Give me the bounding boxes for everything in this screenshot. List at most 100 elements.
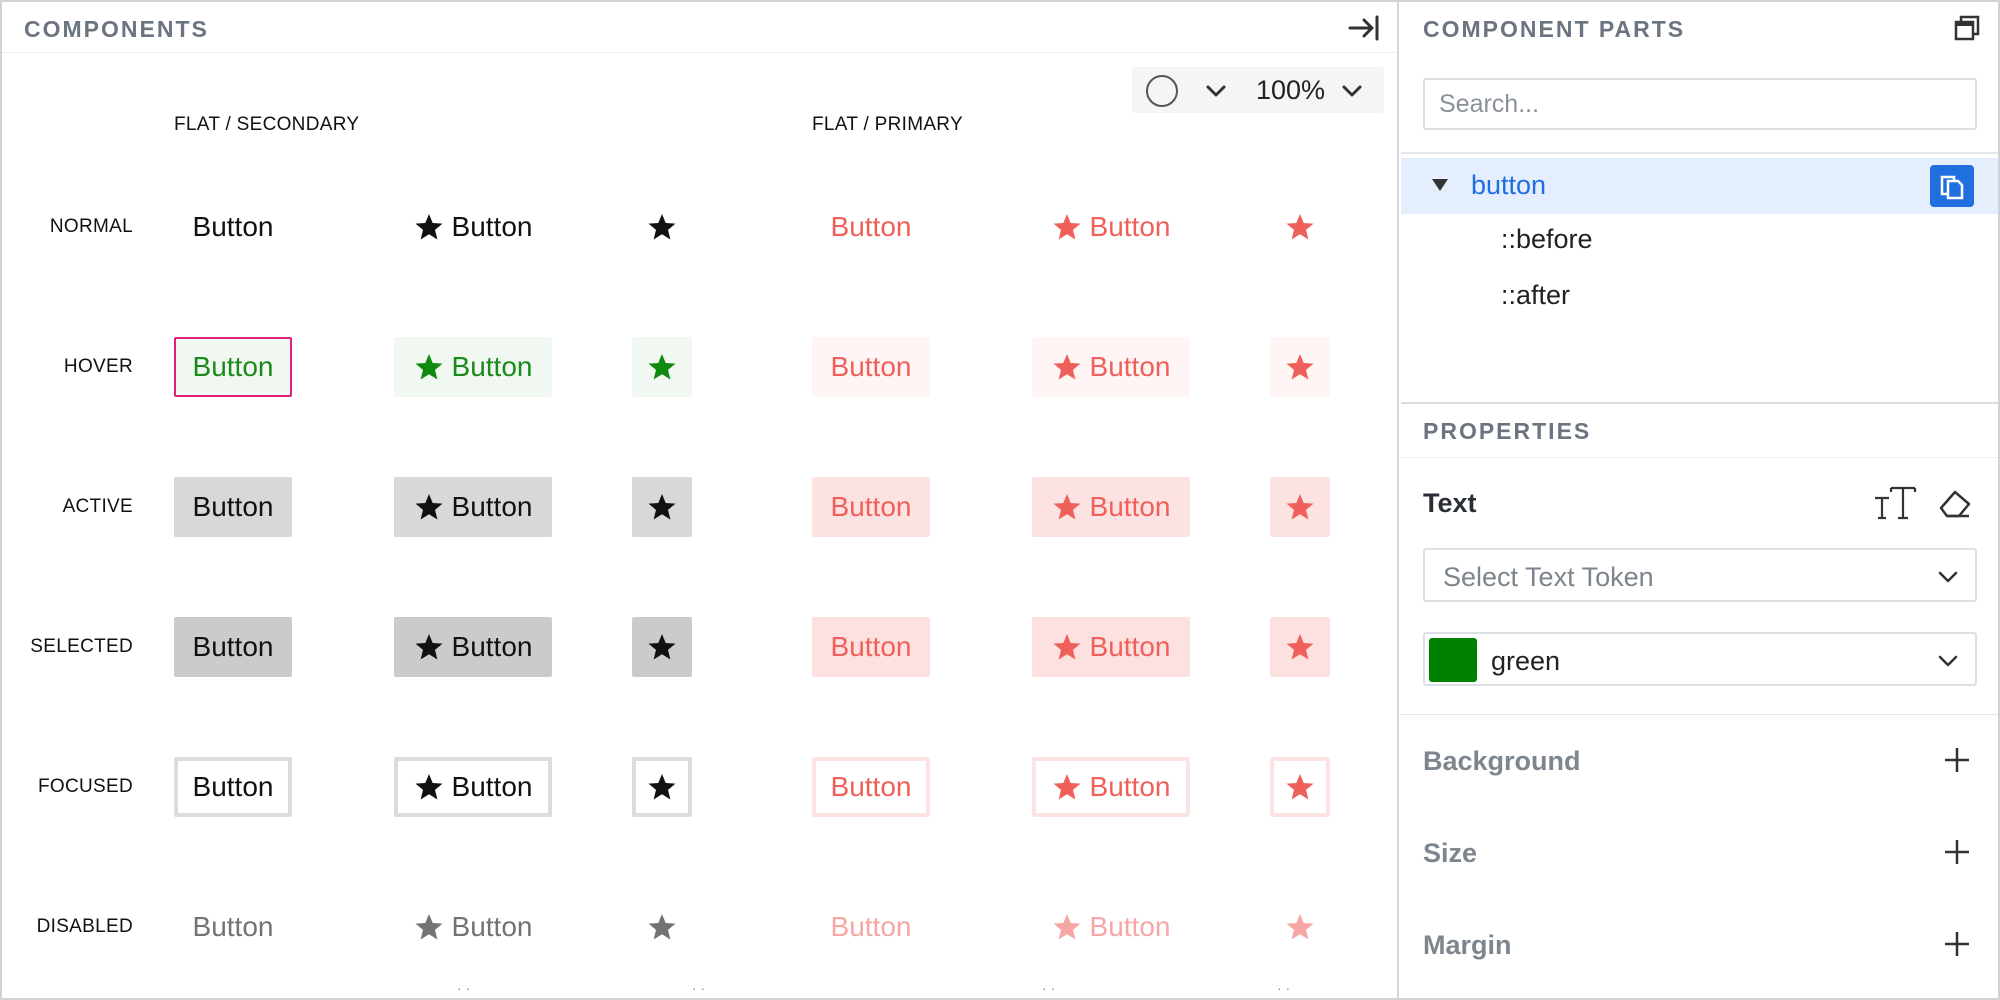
- copy-icon: [1940, 175, 1964, 200]
- row-label-selected: SELECTED: [30, 636, 133, 657]
- secondary-active-icon-button[interactable]: [632, 477, 692, 537]
- primary-disabled-text-button: Button: [812, 897, 930, 957]
- components-panel: COMPONENTS 100% FLAT / SECONDARY FLAT / …: [2, 2, 1399, 998]
- star-icon: [1286, 774, 1314, 800]
- text-color-select[interactable]: green: [1423, 632, 1977, 686]
- secondary-selected-text-button[interactable]: Button: [174, 617, 292, 677]
- secondary-selected-icon-button[interactable]: [632, 617, 692, 677]
- row-label-hover: HOVER: [63, 356, 133, 377]
- collapse-right-icon[interactable]: [1346, 10, 1382, 46]
- primary-focused-icon-button[interactable]: [1270, 757, 1330, 817]
- clipped-row-mark: · ·: [692, 980, 706, 996]
- add-size-icon[interactable]: [1941, 836, 1973, 868]
- components-title: COMPONENTS: [24, 16, 209, 42]
- primary-focused-text-button[interactable]: Button: [812, 757, 930, 817]
- text-size-icon[interactable]: [1873, 484, 1917, 522]
- button-label: Button: [1089, 211, 1171, 242]
- add-background-icon[interactable]: [1941, 744, 1973, 776]
- chevron-down-icon: [1938, 655, 1958, 667]
- text-section-label: Text: [1423, 488, 1477, 518]
- secondary-focused-text-button[interactable]: Button: [174, 757, 292, 817]
- properties-header: PROPERTIES: [1401, 404, 1998, 458]
- secondary-active-text-button[interactable]: Button: [174, 477, 292, 537]
- secondary-disabled-icon-text-button: Button: [394, 897, 552, 957]
- secondary-disabled-text-button: Button: [174, 897, 292, 957]
- star-icon: [1053, 354, 1081, 380]
- button-label: Button: [451, 911, 533, 942]
- primary-active-icon-text-button[interactable]: Button: [1032, 477, 1190, 537]
- secondary-normal-icon-text-button[interactable]: Button: [394, 197, 552, 257]
- primary-selected-text-button[interactable]: Button: [812, 617, 930, 677]
- star-icon: [648, 634, 676, 660]
- button-label: Button: [192, 911, 274, 942]
- secondary-hover-icon-text-button[interactable]: Button: [394, 337, 552, 397]
- secondary-disabled-icon-button: [632, 897, 692, 957]
- button-label: Button: [830, 771, 912, 802]
- primary-selected-icon-button[interactable]: [1270, 617, 1330, 677]
- primary-active-icon-button[interactable]: [1270, 477, 1330, 537]
- copy-button[interactable]: [1930, 165, 1974, 207]
- star-icon: [1286, 914, 1314, 940]
- primary-hover-icon-text-button[interactable]: Button: [1032, 337, 1190, 397]
- primary-disabled-icon-button: [1270, 897, 1330, 957]
- primary-normal-icon-button[interactable]: [1270, 197, 1330, 257]
- primary-active-text-button[interactable]: Button: [812, 477, 930, 537]
- divider: [1401, 714, 1998, 715]
- zoom-chevron-down-icon[interactable]: [1338, 77, 1366, 105]
- popout-window-icon[interactable]: [1953, 14, 1981, 42]
- secondary-normal-icon-button[interactable]: [632, 197, 692, 257]
- primary-hover-icon-button[interactable]: [1270, 337, 1330, 397]
- primary-disabled-icon-text-button: Button: [1032, 897, 1190, 957]
- row-label-normal: NORMAL: [49, 216, 133, 237]
- chevron-down-icon: [1938, 571, 1958, 583]
- star-icon: [1286, 214, 1314, 240]
- tree-item-label: button: [1471, 170, 1547, 200]
- margin-section-label: Margin: [1423, 930, 1512, 960]
- button-label: Button: [1089, 911, 1171, 942]
- button-label: Button: [192, 631, 274, 662]
- primary-normal-icon-text-button[interactable]: Button: [1032, 197, 1190, 257]
- tree-item-after[interactable]: ::after: [1501, 280, 1570, 311]
- row-label-disabled: DISABLED: [36, 916, 133, 937]
- primary-selected-icon-text-button[interactable]: Button: [1032, 617, 1190, 677]
- star-icon: [1053, 634, 1081, 660]
- component-parts-header: COMPONENT PARTS: [1401, 2, 1998, 53]
- secondary-hover-icon-button[interactable]: [632, 337, 692, 397]
- primary-normal-text-button[interactable]: Button: [812, 197, 930, 257]
- secondary-focused-icon-button[interactable]: [632, 757, 692, 817]
- tree-item-before[interactable]: ::before: [1501, 224, 1593, 255]
- star-icon: [648, 494, 676, 520]
- secondary-active-icon-text-button[interactable]: Button: [394, 477, 552, 537]
- background-section-label: Background: [1423, 746, 1581, 776]
- column-header-primary: FLAT / PRIMARY: [812, 114, 963, 135]
- theme-toggle[interactable]: [1146, 75, 1178, 107]
- zoom-level[interactable]: 100%: [1256, 75, 1325, 106]
- tree-item-button[interactable]: button: [1401, 158, 1998, 214]
- secondary-focused-icon-text-button[interactable]: Button: [394, 757, 552, 817]
- primary-focused-icon-text-button[interactable]: Button: [1032, 757, 1190, 817]
- button-label: Button: [451, 491, 533, 522]
- button-label: Button: [830, 491, 912, 522]
- secondary-selected-icon-text-button[interactable]: Button: [394, 617, 552, 677]
- secondary-normal-text-button[interactable]: Button: [174, 197, 292, 257]
- button-label: Button: [1089, 771, 1171, 802]
- eraser-icon[interactable]: [1935, 484, 1975, 522]
- star-icon: [648, 214, 676, 240]
- text-token-select[interactable]: Select Text Token: [1423, 548, 1977, 602]
- chevron-down-icon[interactable]: [1202, 77, 1230, 105]
- button-label: Button: [192, 351, 274, 382]
- star-icon: [1286, 494, 1314, 520]
- zoom-toolbar: 100%: [1132, 67, 1384, 113]
- color-swatch: [1429, 638, 1477, 682]
- secondary-hover-text-button[interactable]: Button: [174, 337, 292, 397]
- select-placeholder: Select Text Token: [1443, 562, 1654, 592]
- star-icon: [1053, 214, 1081, 240]
- parts-search-input[interactable]: [1423, 78, 1977, 130]
- button-label: Button: [1089, 351, 1171, 382]
- caret-down-icon[interactable]: [1431, 178, 1449, 192]
- button-label: Button: [830, 631, 912, 662]
- divider: [1401, 152, 1998, 154]
- primary-hover-text-button[interactable]: Button: [812, 337, 930, 397]
- add-margin-icon[interactable]: [1941, 928, 1973, 960]
- button-label: Button: [192, 211, 274, 242]
